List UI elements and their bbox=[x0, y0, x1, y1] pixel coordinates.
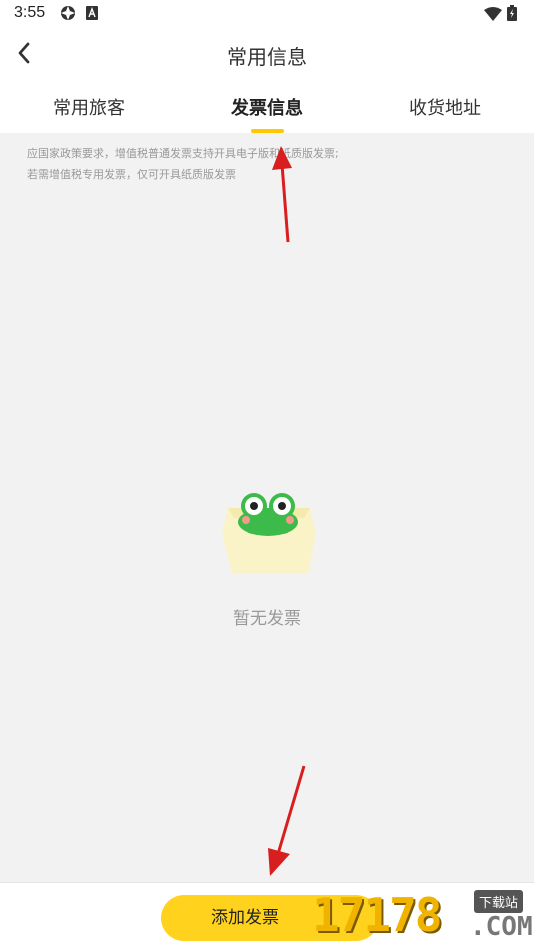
invoice-policy-notice: 应国家政策要求，增值税普通发票支持开具电子版和纸质版发票; 若需增值税专用发票，… bbox=[27, 143, 387, 185]
status-time: 3:55 bbox=[14, 4, 46, 21]
page-title: 常用信息 bbox=[227, 45, 307, 69]
watermark-digits: 17178 bbox=[312, 888, 442, 942]
frog-in-box-illustration bbox=[218, 488, 318, 578]
a-notification-icon bbox=[86, 5, 98, 24]
watermark-com: .COM bbox=[470, 912, 533, 942]
empty-state-text: 暂无发票 bbox=[233, 609, 301, 629]
annotation-arrow-up bbox=[272, 146, 292, 243]
notice-line-1: 应国家政策要求，增值税普通发票支持开具电子版和纸质版发票; bbox=[27, 147, 339, 160]
status-bar: 3:55 bbox=[0, 0, 534, 28]
tab-passengers[interactable]: 常用旅客 bbox=[0, 94, 178, 120]
tab-shipping-address[interactable]: 收货地址 bbox=[356, 94, 534, 120]
settings-app-icon bbox=[60, 5, 76, 25]
header: 常用信息 bbox=[0, 28, 534, 80]
watermark-label: 下载站 bbox=[474, 890, 524, 913]
active-tab-indicator bbox=[251, 129, 284, 133]
tab-invoice-info[interactable]: 发票信息 bbox=[178, 94, 356, 120]
battery-icon bbox=[507, 5, 517, 25]
site-watermark-logo: 17178 下载站 .COM bbox=[308, 886, 534, 950]
wifi-icon bbox=[484, 6, 502, 25]
notice-line-2: 若需增值税专用发票，仅可开具纸质版发票 bbox=[27, 168, 236, 181]
annotation-arrow-down bbox=[268, 765, 306, 876]
tab-bar: 常用旅客 发票信息 收货地址 bbox=[0, 80, 534, 133]
